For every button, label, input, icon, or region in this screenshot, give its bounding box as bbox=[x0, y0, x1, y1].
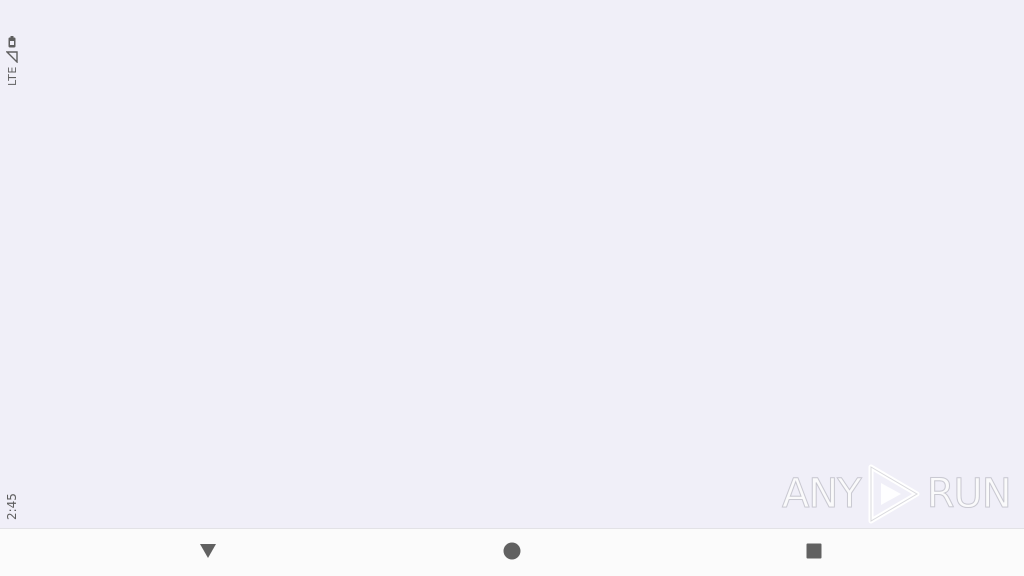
status-indicators: LTE bbox=[4, 26, 20, 86]
watermark-text-left: ANY bbox=[782, 471, 863, 518]
clock: 2:45 bbox=[4, 488, 20, 522]
watermark-text-right: RUN bbox=[926, 471, 1012, 518]
signal-icon bbox=[6, 51, 18, 64]
back-icon bbox=[199, 543, 217, 563]
recents-icon bbox=[806, 543, 822, 563]
status-bar: LTE 2:45 bbox=[0, 0, 24, 528]
navigation-bar bbox=[0, 528, 1024, 576]
home-icon bbox=[503, 542, 521, 564]
home-screen: LTE 2:45 ANY RUN bbox=[0, 0, 1024, 576]
back-button[interactable] bbox=[184, 529, 232, 576]
play-logo-icon bbox=[865, 463, 923, 525]
anyrun-watermark: ANY RUN bbox=[782, 462, 1012, 526]
clock-label: 2:45 bbox=[5, 493, 19, 520]
battery-icon bbox=[8, 36, 16, 48]
home-button[interactable] bbox=[488, 529, 536, 576]
recents-button[interactable] bbox=[790, 529, 838, 576]
network-type-label: LTE bbox=[5, 66, 19, 86]
